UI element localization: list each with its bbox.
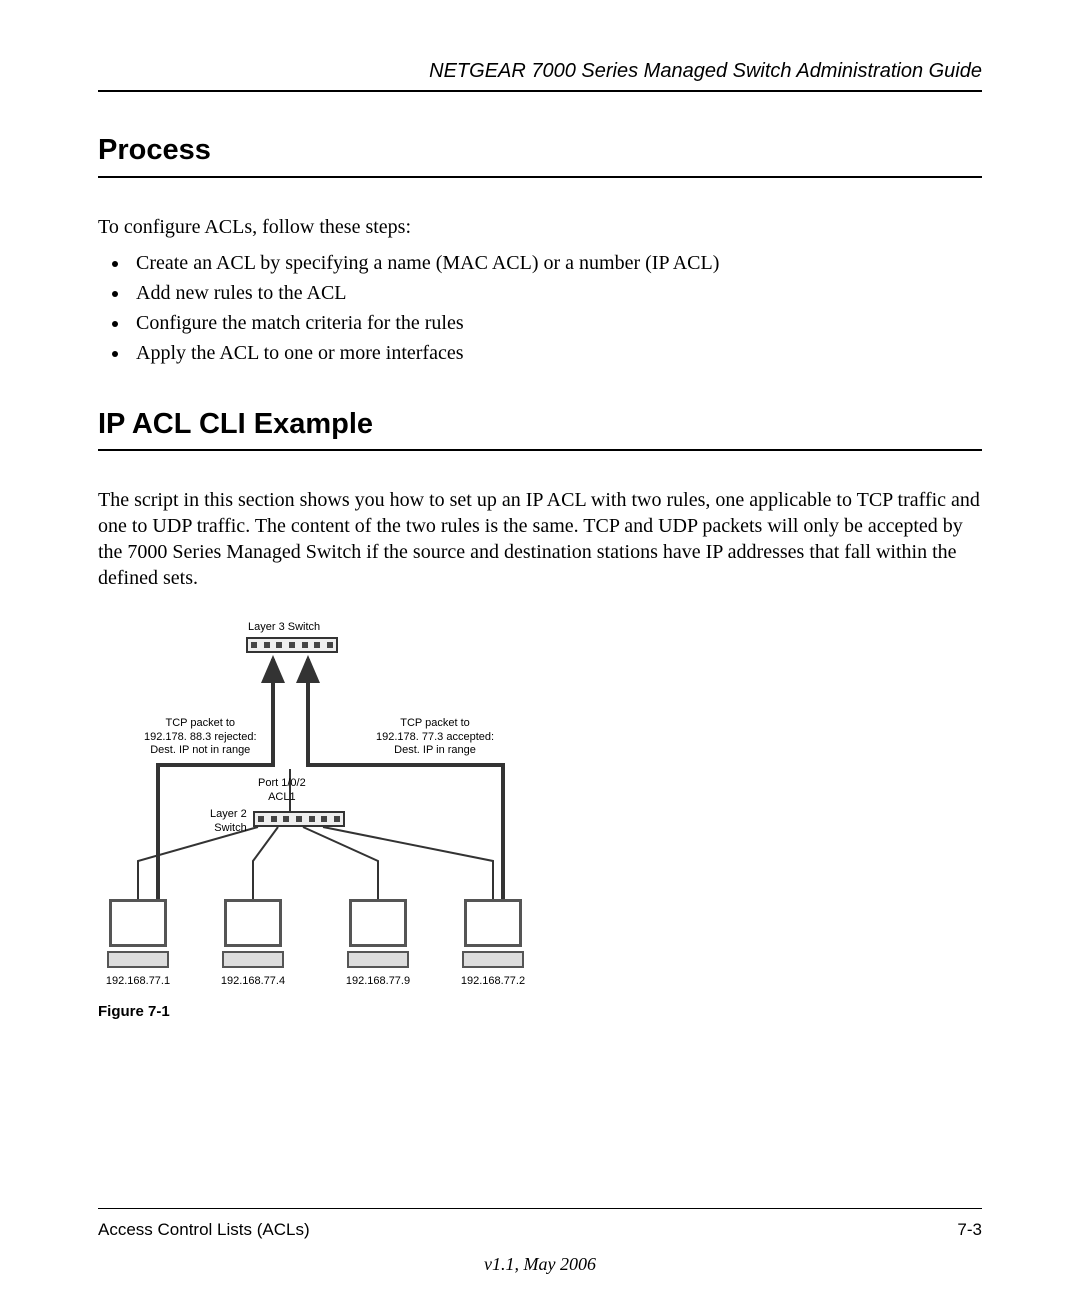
- tower-icon: [462, 951, 524, 968]
- note-line: Dest. IP in range: [394, 744, 476, 756]
- note-line: TCP packet to: [400, 717, 470, 729]
- page-footer: Access Control Lists (ACLs) 7-3 v1.1, Ma…: [98, 1208, 982, 1276]
- note-line: ACL1: [268, 791, 296, 803]
- header-rule: [98, 90, 982, 92]
- process-step: Create an ACL by specifying a name (MAC …: [130, 250, 982, 276]
- section-rule-1: [98, 176, 982, 178]
- layer2-switch-label: Layer 2 Switch: [210, 808, 247, 834]
- note-line: 192.178. 77.3 accepted:: [376, 731, 494, 743]
- layer3-switch-icon: [246, 637, 338, 653]
- monitor-icon: [464, 899, 522, 947]
- tcp-accepted-note: TCP packet to 192.178. 77.3 accepted: De…: [376, 717, 494, 757]
- footer-section-title: Access Control Lists (ACLs): [98, 1219, 310, 1241]
- network-diagram: Layer 3 Switch TCP packet to 192.178. 88…: [98, 621, 558, 986]
- pc-1: 192.168.77.1: [103, 899, 173, 988]
- footer-page-number: 7-3: [957, 1219, 982, 1241]
- process-step: Configure the match criteria for the rul…: [130, 310, 982, 336]
- port-acl-label: Port 1/0/2 ACL1: [258, 777, 306, 803]
- process-intro: To configure ACLs, follow these steps:: [98, 214, 982, 240]
- monitor-icon: [109, 899, 167, 947]
- tower-icon: [222, 951, 284, 968]
- monitor-icon: [224, 899, 282, 947]
- note-line: Port 1/0/2: [258, 777, 306, 789]
- layer2-switch-icon: [253, 811, 345, 827]
- tower-icon: [347, 951, 409, 968]
- heading-ip-acl-example: IP ACL CLI Example: [98, 406, 982, 444]
- layer3-switch-label: Layer 3 Switch: [248, 621, 320, 634]
- process-step: Apply the ACL to one or more interfaces: [130, 340, 982, 366]
- monitor-icon: [349, 899, 407, 947]
- pc-ip: 192.168.77.2: [458, 974, 528, 988]
- ip-acl-example-body: The script in this section shows you how…: [98, 487, 982, 591]
- tcp-rejected-note: TCP packet to 192.178. 88.3 rejected: De…: [144, 717, 257, 757]
- heading-process: Process: [98, 132, 982, 170]
- note-line: 192.178. 88.3 rejected:: [144, 731, 257, 743]
- figure-caption: Figure 7-1: [98, 1002, 982, 1022]
- tower-icon: [107, 951, 169, 968]
- footer-version: v1.1, May 2006: [98, 1253, 982, 1276]
- section-rule-2: [98, 449, 982, 451]
- pc-3: 192.168.77.9: [343, 899, 413, 988]
- process-step: Add new rules to the ACL: [130, 280, 982, 306]
- pc-ip: 192.168.77.9: [343, 974, 413, 988]
- pc-ip: 192.168.77.1: [103, 974, 173, 988]
- footer-rule: [98, 1208, 982, 1209]
- note-line: Dest. IP not in range: [150, 744, 250, 756]
- process-steps-list: Create an ACL by specifying a name (MAC …: [98, 250, 982, 366]
- pc-4: 192.168.77.2: [458, 899, 528, 988]
- note-line: TCP packet to: [166, 717, 236, 729]
- pc-2: 192.168.77.4: [218, 899, 288, 988]
- document-title-header: NETGEAR 7000 Series Managed Switch Admin…: [98, 58, 982, 84]
- note-line: Switch: [214, 822, 246, 834]
- note-line: Layer 2: [210, 808, 247, 820]
- pc-ip: 192.168.77.4: [218, 974, 288, 988]
